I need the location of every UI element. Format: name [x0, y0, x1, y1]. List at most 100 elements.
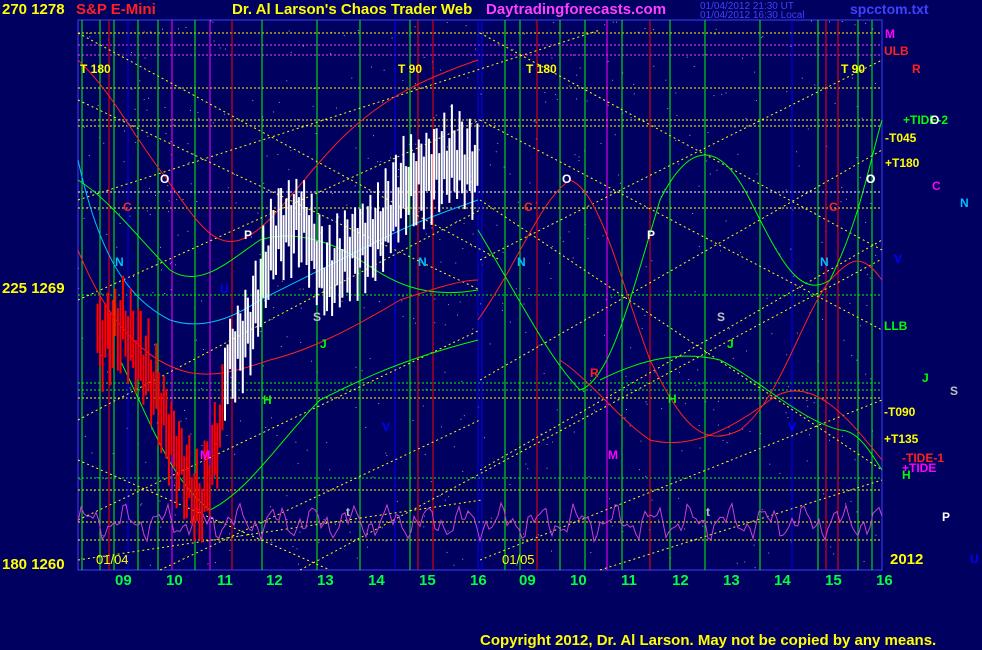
star-dot: [688, 379, 690, 381]
star-dot: [290, 150, 292, 152]
star-dot: [544, 92, 546, 94]
star-dot: [545, 101, 547, 103]
star-dot: [440, 426, 442, 428]
date-label-day1: 01/04: [96, 552, 129, 567]
right-label: +TIDE-2: [903, 113, 949, 127]
chart-canvas: [77, 19, 883, 571]
star-dot: [787, 386, 789, 388]
star-dot: [574, 154, 576, 156]
star-dot: [92, 120, 94, 122]
star-dot: [401, 300, 403, 302]
star-dot: [176, 199, 178, 201]
star-dot: [699, 447, 701, 449]
star-dot: [383, 69, 385, 71]
star-dot: [528, 287, 530, 289]
star-dot: [497, 142, 499, 144]
star-dot: [372, 476, 374, 478]
star-dot: [177, 234, 179, 236]
star-dot: [554, 94, 556, 96]
x-axis-hour-label: 11: [217, 572, 233, 589]
star-dot: [378, 301, 380, 303]
star-dot: [761, 508, 763, 510]
star-dot: [666, 290, 668, 292]
star-dot: [168, 200, 170, 202]
star-dot: [502, 251, 504, 253]
star-dot: [398, 168, 400, 170]
star-dot: [745, 118, 747, 120]
star-dot: [806, 460, 808, 462]
diagonal-gridline: [479, 239, 883, 471]
star-dot: [742, 428, 744, 430]
star-dot: [821, 241, 823, 243]
chart-marker-label: P: [244, 228, 253, 242]
star-dot: [608, 498, 610, 500]
chart-marker-label: V: [382, 420, 391, 434]
star-dot: [625, 375, 627, 377]
star-dot: [828, 439, 830, 441]
star-dot: [335, 523, 337, 525]
star-dot: [378, 402, 380, 404]
star-dot: [556, 98, 558, 100]
file-label: spcctom.txt: [850, 1, 929, 17]
star-dot: [446, 22, 448, 24]
star-dot: [861, 117, 863, 119]
star-dot: [201, 300, 203, 302]
right-label: R: [912, 62, 921, 76]
star-dot: [572, 54, 574, 56]
star-dot: [749, 430, 751, 432]
marker-t180-day1: T 180: [80, 62, 111, 76]
chart-marker-label: U: [220, 282, 229, 296]
star-dot: [444, 371, 446, 373]
chart-marker-label: C: [524, 200, 533, 214]
star-dot: [501, 309, 503, 311]
right-label: -T090: [884, 405, 916, 419]
star-dot: [143, 31, 145, 33]
chart-marker-label: N: [418, 255, 427, 269]
star-dot: [140, 504, 142, 506]
star-dot: [707, 132, 709, 134]
star-dot: [172, 118, 174, 120]
star-dot: [234, 453, 236, 455]
star-dot: [447, 530, 449, 532]
star-dot: [131, 88, 133, 90]
star-dot: [190, 109, 192, 111]
star-dot: [238, 310, 240, 312]
star-dot: [447, 304, 449, 306]
star-dot: [576, 74, 578, 76]
right-label: LLB: [884, 319, 908, 333]
star-dot: [641, 327, 643, 329]
star-dot: [423, 526, 425, 528]
star-dot: [546, 444, 548, 446]
star-dot: [698, 246, 700, 248]
star-dot: [686, 56, 688, 58]
star-dot: [618, 174, 620, 176]
star-dot: [490, 517, 492, 519]
x-axis-hour-label: 13: [723, 572, 740, 589]
star-dot: [611, 296, 613, 298]
star-dot: [684, 402, 686, 404]
star-dot: [424, 454, 426, 456]
star-dot: [154, 344, 156, 346]
star-dot: [657, 519, 659, 521]
date-label-day2: 01/05: [502, 552, 535, 567]
star-dot: [440, 69, 442, 71]
star-dot: [297, 563, 299, 565]
star-dot: [150, 31, 152, 33]
star-dot: [870, 202, 872, 204]
star-dot: [472, 233, 474, 235]
star-dot: [461, 380, 463, 382]
star-dot: [173, 124, 175, 126]
star-dot: [851, 355, 853, 357]
star-dot: [717, 424, 719, 426]
star-dot: [823, 493, 825, 495]
star-dot: [645, 476, 647, 478]
star-dot: [276, 434, 278, 436]
star-dot: [302, 288, 304, 290]
star-dot: [612, 21, 614, 23]
star-dot: [196, 201, 198, 203]
star-dot: [467, 77, 469, 79]
star-dot: [512, 48, 514, 50]
star-dot: [219, 47, 221, 49]
y-label-bottom: 180 1260: [2, 556, 65, 573]
star-dot: [355, 366, 357, 368]
